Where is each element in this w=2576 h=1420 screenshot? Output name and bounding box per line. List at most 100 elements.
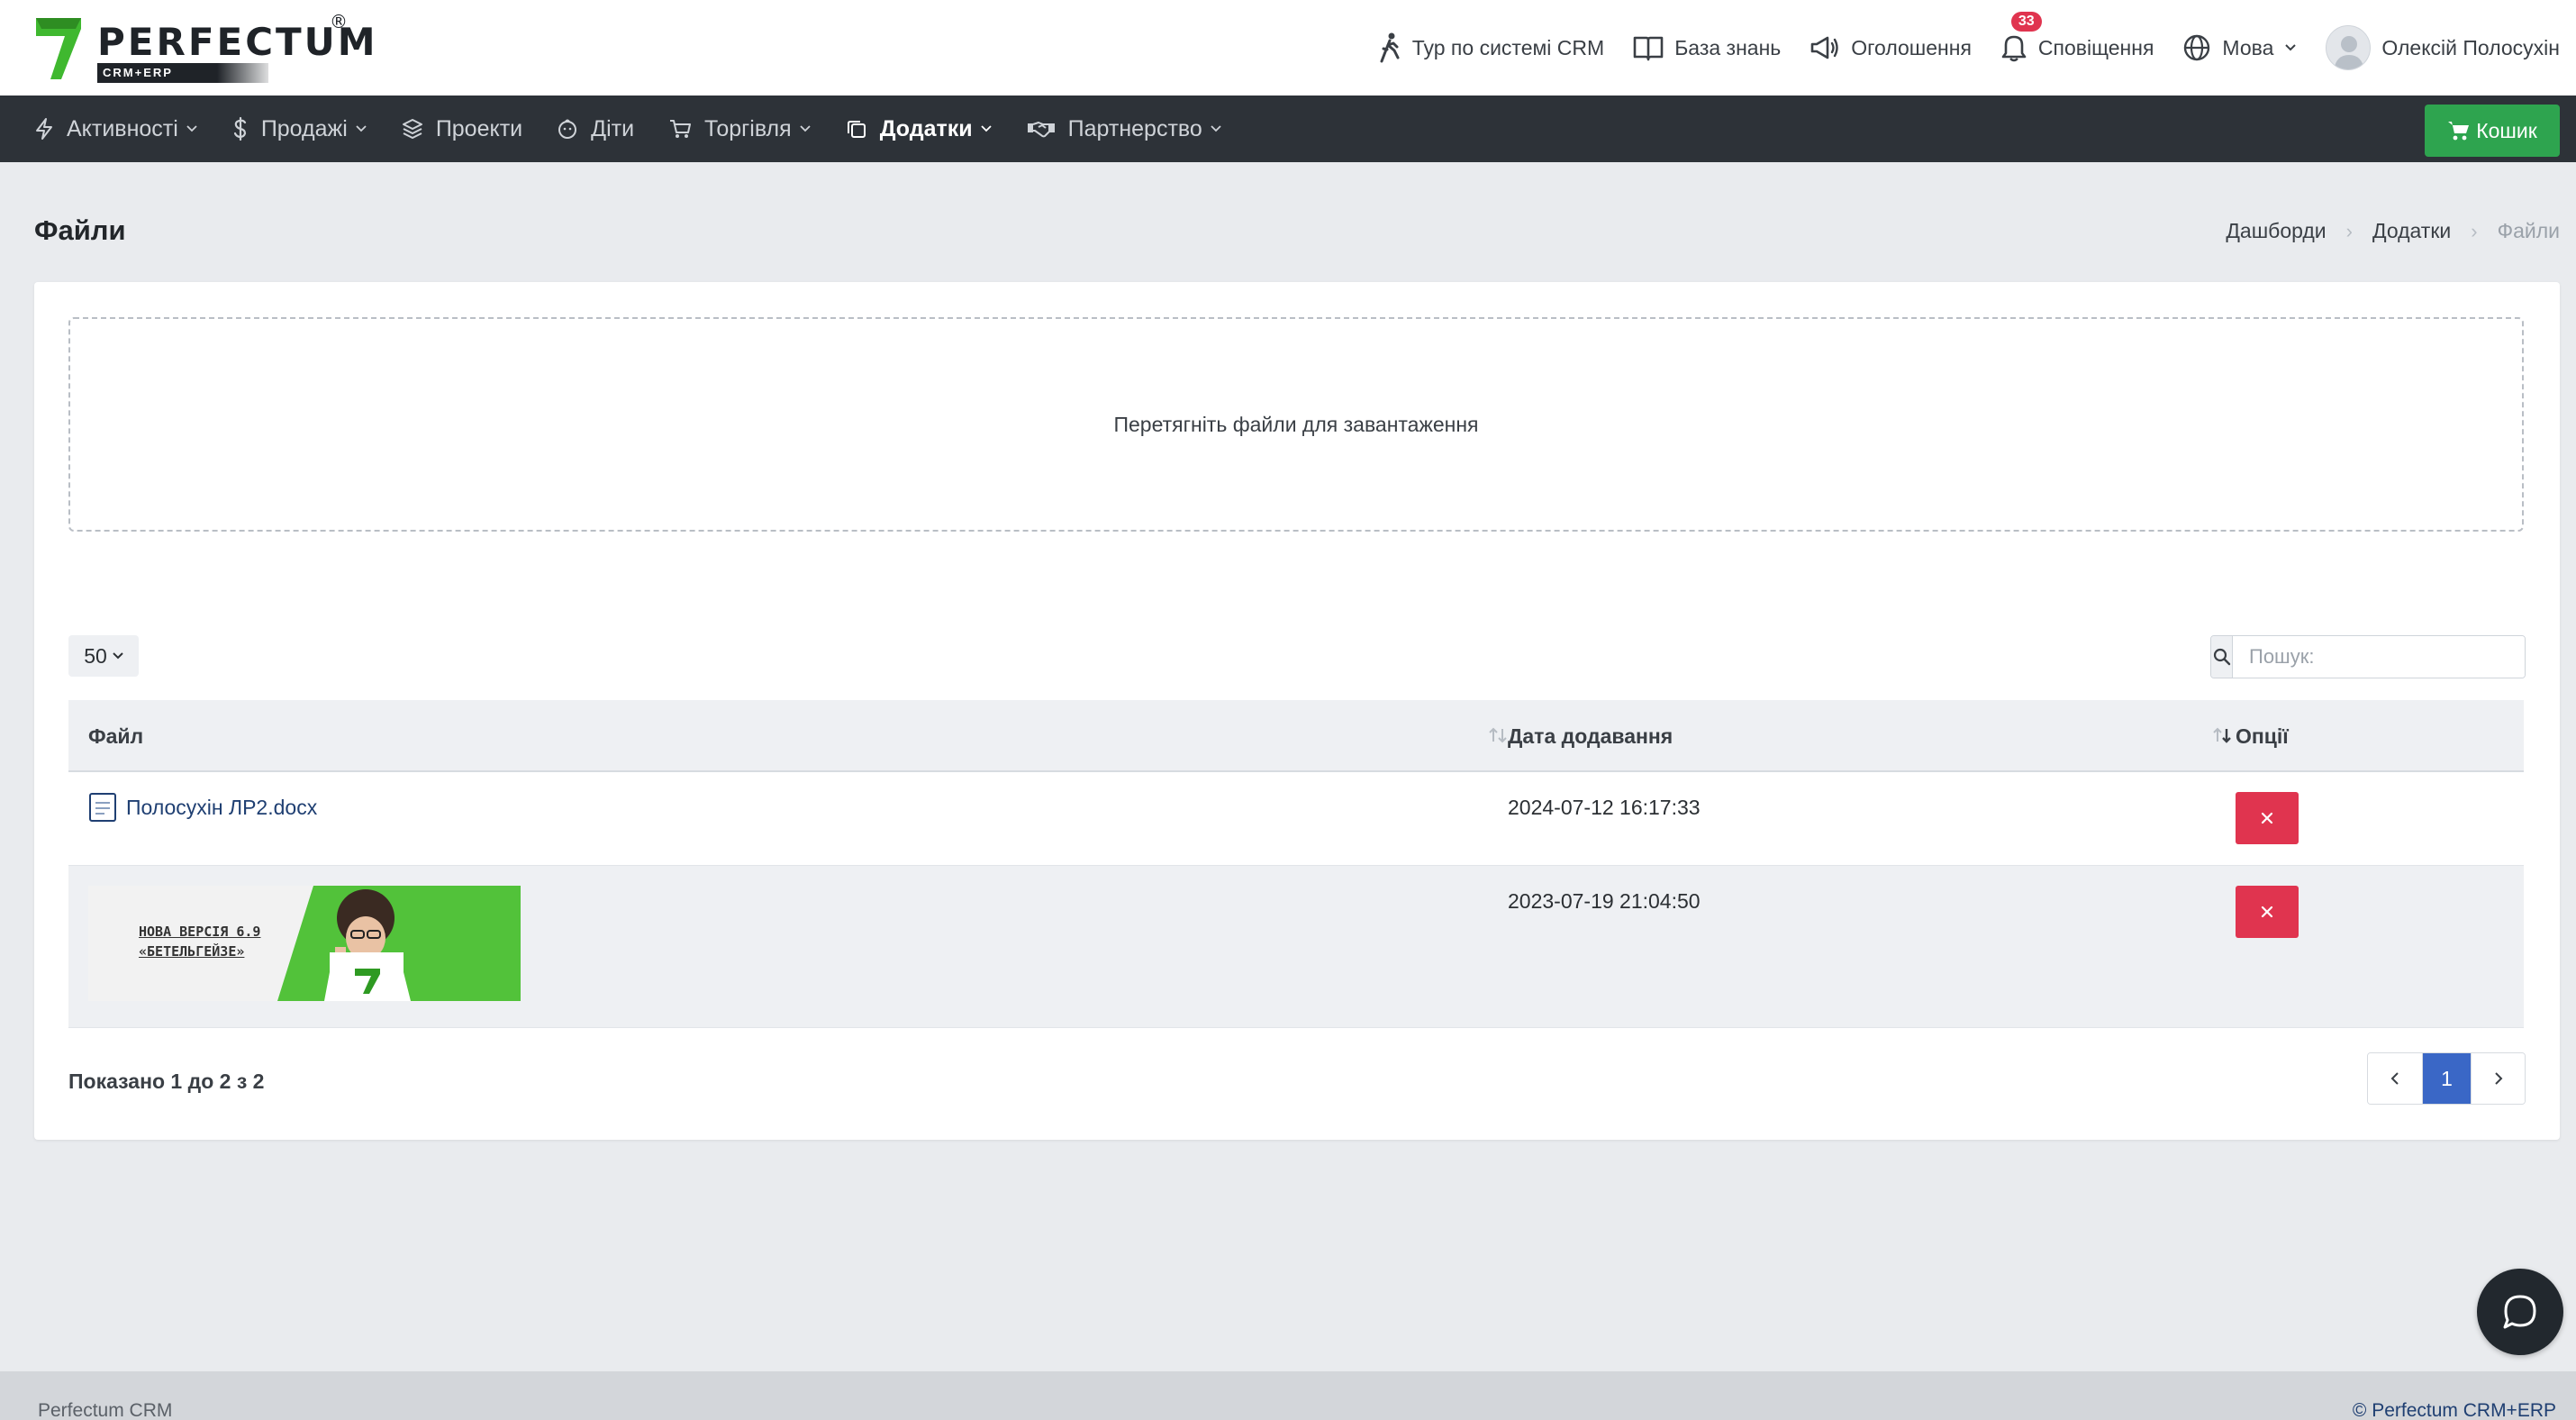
book-icon	[1633, 36, 1664, 61]
file-dropzone[interactable]: Перетягніть файли для завантаження	[68, 317, 2524, 532]
file-date: 2024-07-12 16:17:33	[1508, 796, 1701, 819]
notifications-link[interactable]: 33 Сповіщення	[2000, 12, 2154, 62]
tour-link[interactable]: Тур по системі CRM	[1378, 32, 1604, 63]
file-date: 2023-07-19 21:04:50	[1508, 889, 1701, 913]
baby-icon	[558, 119, 577, 139]
image-thumbnail[interactable]: НОВА ВЕРСІЯ 6.9 «БЕТЕЛЬГЕЙЗЕ»	[88, 886, 521, 1001]
language-selector[interactable]: Мова	[2182, 33, 2297, 62]
breadcrumb-addons[interactable]: Додатки	[2372, 219, 2451, 243]
search-button[interactable]	[2211, 636, 2233, 678]
file-link[interactable]: Полосухін ЛР2.docx	[88, 792, 317, 823]
table-row: Полосухін ЛР2.docx 2024-07-12 16:17:33	[68, 772, 2524, 866]
breadcrumb: Дашборди › Додатки › Файли	[2226, 219, 2560, 243]
nav-label: Проекти	[435, 115, 523, 141]
chevron-right-icon	[2494, 1072, 2502, 1085]
table-search	[2210, 635, 2526, 678]
table-row: НОВА ВЕРСІЯ 6.9 «БЕТЕЛЬГЕЙЗЕ» 2023-07-19…	[68, 866, 2524, 1028]
chevron-down-icon	[186, 125, 197, 132]
breadcrumb-dashboards[interactable]: Дашборди	[2226, 219, 2326, 243]
notifications-count-badge: 33	[2010, 12, 2042, 32]
column-header-options: Опції	[2236, 724, 2289, 748]
bolt-icon	[36, 118, 52, 140]
footer-left-text: Perfectum CRM	[38, 1400, 173, 1420]
avatar	[2326, 25, 2372, 70]
banner-text-line-1: НОВА ВЕРСІЯ 6.9	[139, 924, 261, 940]
pagination: 1	[2367, 1052, 2526, 1105]
footer: Perfectum CRM © Perfectum CRM+ERP	[0, 1371, 2576, 1420]
footer-copyright-link[interactable]: © Perfectum CRM+ERP	[2353, 1400, 2556, 1420]
chevron-down-icon	[113, 652, 123, 660]
nav-label: Торгівля	[704, 115, 792, 141]
logo[interactable]: PERFECTUM ® CRM+ERP	[34, 11, 376, 85]
close-icon	[2261, 906, 2273, 918]
handshake-icon	[1027, 122, 1055, 138]
nav-label: Діти	[591, 115, 635, 141]
pagination-page[interactable]: 1	[2422, 1053, 2471, 1104]
search-input[interactable]	[2233, 636, 2525, 678]
nav-label: Продажі	[260, 115, 348, 141]
chevron-down-icon	[800, 125, 811, 132]
table-header: Файл Дата додавання Опції	[68, 700, 2524, 772]
tour-label: Тур по системі CRM	[1411, 35, 1605, 59]
close-icon	[2261, 812, 2273, 824]
files-table: Файл Дата додавання Опції Полосухін ЛР2.…	[68, 700, 2524, 1028]
nav-item-activities[interactable]: Активності	[34, 116, 198, 142]
chat-bubble-icon	[2503, 1295, 2536, 1329]
logo-subtitle: CRM+ERP	[97, 63, 268, 83]
file-name: Полосухін ЛР2.docx	[126, 795, 318, 819]
dollar-icon	[233, 116, 246, 141]
globe-icon	[2184, 34, 2210, 61]
announcements-link[interactable]: Оголошення	[1810, 34, 1972, 61]
page-length-select[interactable]: 50	[68, 635, 139, 677]
notifications-label: Сповіщення	[2037, 35, 2154, 59]
user-menu[interactable]: Олексій Полосухін	[2326, 25, 2560, 70]
logo-mark-icon	[36, 18, 81, 79]
chevron-down-icon	[2285, 44, 2297, 51]
nav-item-addons[interactable]: Додатки	[846, 116, 993, 142]
main-nav: Активності Продажі Проекти Діти Торгівля	[0, 96, 2576, 162]
layers-icon	[402, 119, 422, 139]
document-icon	[89, 793, 116, 822]
copy-icon	[847, 121, 866, 138]
bell-icon	[2001, 35, 2027, 62]
top-nav: Тур по системі CRM База знань Оголошення…	[1378, 0, 2576, 96]
nav-item-trade[interactable]: Торгівля	[668, 116, 812, 142]
nav-item-sales[interactable]: Продажі	[232, 116, 367, 142]
registered-mark: ®	[330, 11, 348, 32]
breadcrumb-separator-icon: ›	[2345, 219, 2353, 242]
cart-icon	[2448, 122, 2470, 141]
cart-icon	[670, 120, 692, 138]
pagination-next[interactable]	[2471, 1053, 2525, 1104]
column-header-date[interactable]: Дата додавання	[1508, 700, 1673, 772]
nav-label: Активності	[67, 115, 178, 141]
nav-label: Додатки	[879, 115, 973, 141]
chat-button[interactable]	[2477, 1269, 2563, 1355]
announcements-label: Оголошення	[1851, 35, 1972, 59]
walking-person-icon	[1380, 32, 1400, 63]
user-silhouette-icon	[2327, 26, 2371, 69]
delete-button[interactable]	[2236, 792, 2299, 844]
nav-label: Партнерство	[1067, 115, 1202, 141]
megaphone-icon	[1810, 36, 1838, 59]
nav-item-projects[interactable]: Проекти	[402, 116, 522, 142]
breadcrumb-current: Файли	[2497, 219, 2560, 242]
column-header-file[interactable]: Файл	[88, 700, 143, 772]
sort-icon[interactable]	[1488, 725, 1508, 745]
page-length-value: 50	[84, 643, 107, 668]
chevron-down-icon	[981, 125, 992, 132]
chevron-left-icon	[2390, 1072, 2399, 1085]
user-name: Олексій Полосухін	[2381, 35, 2560, 59]
nav-item-partnership[interactable]: Партнерство	[1027, 116, 1222, 142]
table-info: Показано 1 до 2 з 2	[68, 1070, 265, 1093]
pagination-prev[interactable]	[2368, 1053, 2422, 1104]
delete-button[interactable]	[2236, 886, 2299, 938]
cart-button[interactable]: Кошик	[2425, 105, 2560, 157]
nav-item-children[interactable]: Діти	[557, 116, 634, 142]
sort-desc-icon[interactable]	[2212, 725, 2232, 745]
search-icon	[2213, 648, 2230, 666]
banner-text-line-2: «БЕТЕЛЬГЕЙЗЕ»	[139, 943, 245, 960]
files-card: Перетягніть файли для завантаження 50 Фа…	[34, 282, 2560, 1140]
knowledge-base-label: База знань	[1674, 35, 1782, 59]
knowledge-base-link[interactable]: База знань	[1633, 34, 1781, 61]
chevron-down-icon	[356, 125, 367, 132]
